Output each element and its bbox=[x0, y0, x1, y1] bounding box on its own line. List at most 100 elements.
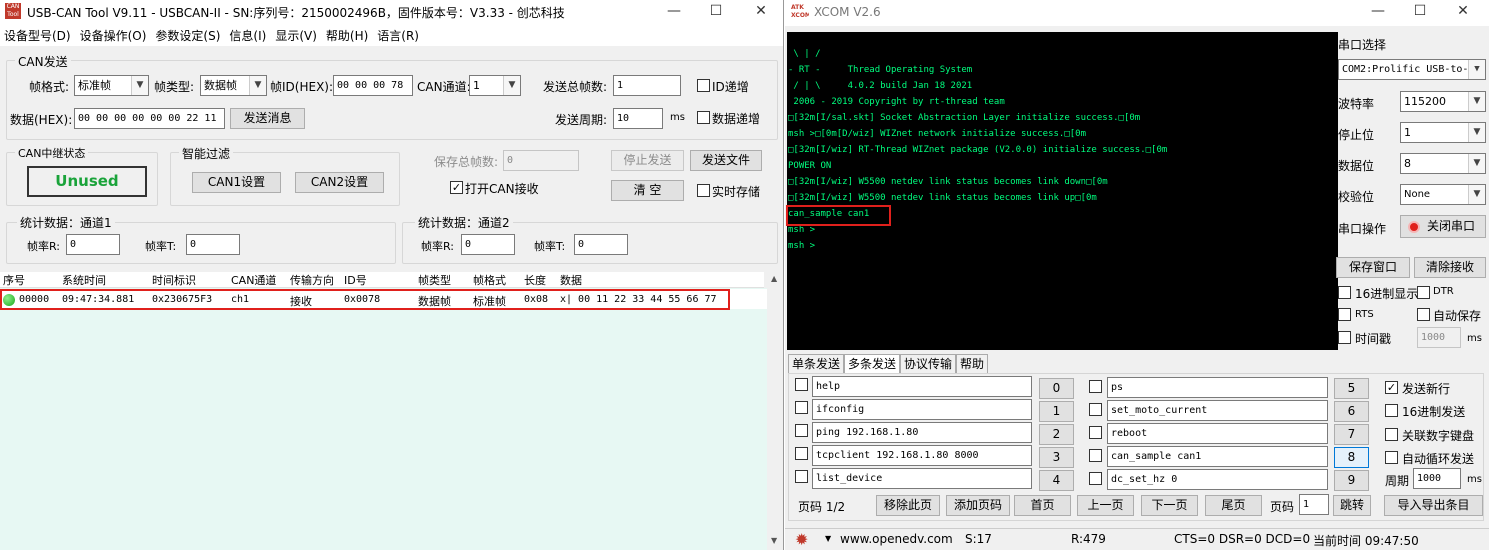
multi-send-checkbox[interactable] bbox=[795, 470, 808, 483]
tab-protocol[interactable]: 协议传输 bbox=[900, 354, 957, 374]
minimize-button[interactable]: — bbox=[651, 0, 697, 24]
col-direction[interactable]: 传输方向 bbox=[290, 272, 334, 288]
close-button[interactable]: ✕ bbox=[738, 0, 783, 24]
id-increment-checkbox[interactable] bbox=[697, 79, 710, 92]
col-frame-type[interactable]: 帧类型 bbox=[418, 272, 451, 288]
maximize-button[interactable]: ☐ bbox=[693, 0, 739, 24]
multi-send-checkbox[interactable] bbox=[795, 424, 808, 437]
clear-receive-button[interactable]: 清除接收 bbox=[1414, 257, 1486, 278]
tab-multi-send[interactable]: 多条发送 bbox=[844, 354, 901, 374]
multi-send-checkbox[interactable] bbox=[1089, 472, 1102, 485]
multi-send-button-7[interactable]: 7 bbox=[1334, 424, 1369, 445]
save-window-button[interactable]: 保存窗口 bbox=[1336, 257, 1410, 278]
multi-send-input[interactable]: ping 192.168.1.80 bbox=[812, 422, 1032, 443]
col-system-time[interactable]: 系统时间 bbox=[62, 272, 106, 288]
numpad-checkbox[interactable] bbox=[1385, 428, 1398, 441]
col-seq[interactable]: 序号 bbox=[3, 272, 25, 288]
gear-icon[interactable]: ✹ bbox=[795, 530, 808, 549]
multi-send-input[interactable]: reboot bbox=[1107, 423, 1328, 444]
multi-send-button-5[interactable]: 5 bbox=[1334, 378, 1369, 399]
website-link[interactable]: www.openedv.com bbox=[840, 532, 953, 546]
total-frames-input[interactable]: 1 bbox=[613, 75, 681, 96]
multi-send-button-6[interactable]: 6 bbox=[1334, 401, 1369, 422]
tab-help[interactable]: 帮助 bbox=[956, 354, 989, 374]
multi-send-input[interactable]: list_device bbox=[812, 468, 1032, 489]
auto-loop-checkbox[interactable] bbox=[1385, 451, 1398, 464]
data-increment-checkbox[interactable] bbox=[697, 111, 710, 124]
xcom-close-button[interactable]: ✕ bbox=[1440, 0, 1486, 24]
multi-send-button-9[interactable]: 9 bbox=[1334, 470, 1369, 491]
send-newline-checkbox[interactable]: ✓ bbox=[1385, 381, 1398, 394]
multi-send-input[interactable]: ps bbox=[1107, 377, 1328, 398]
multi-send-input[interactable]: tcpclient 192.168.1.80 8000 bbox=[812, 445, 1032, 466]
col-data[interactable]: 数据 bbox=[560, 272, 582, 288]
can-channel-select[interactable]: 1 ▼ bbox=[469, 75, 521, 96]
stop-bits-select[interactable]: 1 ▼ bbox=[1400, 122, 1486, 143]
col-timestamp[interactable]: 时间标识 bbox=[152, 272, 196, 288]
multi-send-button-0[interactable]: 0 bbox=[1039, 378, 1074, 399]
menu-device-model[interactable]: 设备型号(D) bbox=[0, 27, 75, 44]
goto-page-input[interactable]: 1 bbox=[1299, 494, 1329, 515]
multi-send-input[interactable]: ifconfig bbox=[812, 399, 1032, 420]
auto-save-checkbox[interactable] bbox=[1417, 308, 1430, 321]
multi-send-input[interactable]: set_moto_current bbox=[1107, 400, 1328, 421]
multi-send-checkbox[interactable] bbox=[1089, 426, 1102, 439]
parity-select[interactable]: None ▼ bbox=[1400, 184, 1486, 205]
frame-type-select[interactable]: 数据帧 ▼ bbox=[200, 75, 267, 96]
chevron-down-icon[interactable]: ▼ bbox=[825, 534, 831, 543]
send-file-button[interactable]: 发送文件 bbox=[690, 150, 762, 171]
menu-language[interactable]: 语言(R) bbox=[373, 27, 423, 44]
hex-send-checkbox[interactable] bbox=[1385, 404, 1398, 417]
clear-button[interactable]: 清 空 bbox=[611, 180, 684, 201]
scroll-down-icon[interactable]: ▼ bbox=[771, 536, 777, 545]
stop-send-button[interactable]: 停止发送 bbox=[611, 150, 684, 171]
multi-send-input[interactable]: can_sample can1 bbox=[1107, 446, 1328, 467]
import-export-button[interactable]: 导入导出条目 bbox=[1384, 495, 1483, 516]
last-page-button[interactable]: 尾页 bbox=[1205, 495, 1262, 516]
data-bits-select[interactable]: 8 ▼ bbox=[1400, 153, 1486, 174]
col-id[interactable]: ID号 bbox=[344, 272, 367, 288]
jump-button[interactable]: 跳转 bbox=[1333, 495, 1371, 516]
hex-display-checkbox[interactable] bbox=[1338, 286, 1351, 299]
col-can-channel[interactable]: CAN通道 bbox=[231, 272, 276, 288]
multi-send-checkbox[interactable] bbox=[1089, 449, 1102, 462]
multi-send-button-3[interactable]: 3 bbox=[1039, 447, 1074, 468]
open-can-receive-checkbox[interactable]: ✓ bbox=[450, 181, 463, 194]
dtr-checkbox[interactable] bbox=[1417, 286, 1430, 299]
frame-format-select[interactable]: 标准帧 ▼ bbox=[74, 75, 149, 96]
multi-send-button-1[interactable]: 1 bbox=[1039, 401, 1074, 422]
multi-send-input[interactable]: dc_set_hz 0 bbox=[1107, 469, 1328, 490]
remove-page-button[interactable]: 移除此页 bbox=[876, 495, 940, 516]
can2-settings-button[interactable]: CAN2设置 bbox=[295, 172, 384, 193]
frame-id-input[interactable]: 00 00 00 78 bbox=[333, 75, 413, 96]
xcom-maximize-button[interactable]: ☐ bbox=[1397, 0, 1443, 24]
multi-send-checkbox[interactable] bbox=[795, 447, 808, 460]
timestamp-checkbox[interactable] bbox=[1338, 331, 1351, 344]
prev-page-button[interactable]: 上一页 bbox=[1077, 495, 1134, 516]
col-frame-format[interactable]: 帧格式 bbox=[473, 272, 506, 288]
xcom-minimize-button[interactable]: — bbox=[1355, 0, 1401, 24]
multi-send-button-4[interactable]: 4 bbox=[1039, 470, 1074, 491]
menu-help[interactable]: 帮助(H) bbox=[322, 27, 372, 44]
multi-send-button-8[interactable]: 8 bbox=[1334, 447, 1369, 468]
realtime-save-checkbox[interactable] bbox=[697, 184, 710, 197]
send-period-input[interactable]: 10 bbox=[613, 108, 663, 129]
timestamp-input[interactable]: 1000 bbox=[1417, 327, 1461, 348]
close-port-button[interactable]: 关闭串口 bbox=[1400, 215, 1486, 238]
next-page-button[interactable]: 下一页 bbox=[1141, 495, 1198, 516]
baud-select[interactable]: 115200 ▼ bbox=[1400, 91, 1486, 112]
send-message-button[interactable]: 发送消息 bbox=[230, 108, 305, 129]
multi-send-checkbox[interactable] bbox=[795, 401, 808, 414]
receive-terminal[interactable]: \ | / - RT - Thread Operating System / |… bbox=[786, 32, 1338, 350]
loop-period-input[interactable]: 1000 bbox=[1413, 468, 1461, 489]
multi-send-button-2[interactable]: 2 bbox=[1039, 424, 1074, 445]
vertical-scrollbar[interactable]: ▲ ▼ bbox=[767, 272, 783, 550]
message-list[interactable] bbox=[0, 288, 767, 550]
first-page-button[interactable]: 首页 bbox=[1014, 495, 1071, 516]
multi-send-checkbox[interactable] bbox=[795, 378, 808, 391]
rts-checkbox[interactable] bbox=[1338, 308, 1351, 321]
multi-send-input[interactable]: help bbox=[812, 376, 1032, 397]
port-select[interactable]: COM2:Prolific USB-to- ▼ bbox=[1338, 59, 1486, 80]
can1-settings-button[interactable]: CAN1设置 bbox=[192, 172, 281, 193]
col-length[interactable]: 长度 bbox=[524, 272, 546, 288]
